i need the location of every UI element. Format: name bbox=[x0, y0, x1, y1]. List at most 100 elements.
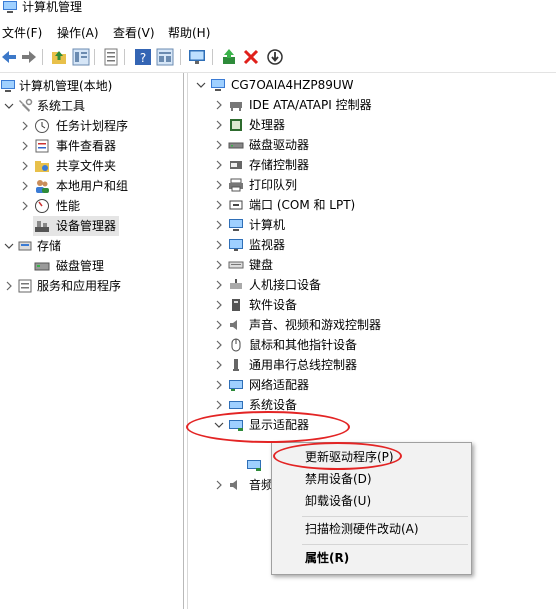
tree-node-local-users[interactable]: 本地用户和组 bbox=[0, 176, 183, 196]
chevron-right-icon[interactable] bbox=[213, 275, 225, 295]
device-category-icon bbox=[229, 178, 243, 192]
tree-node-performance[interactable]: 性能 bbox=[0, 196, 183, 216]
chevron-right-icon[interactable] bbox=[213, 175, 225, 195]
menu-item-label: 卸载设备(U) bbox=[305, 494, 372, 508]
chevron-down-icon[interactable] bbox=[195, 75, 207, 95]
chevron-right-icon[interactable] bbox=[213, 95, 225, 115]
toolbar-separator bbox=[94, 49, 95, 65]
menu-item-disable-device[interactable]: 禁用设备(D) bbox=[273, 468, 470, 490]
chevron-right-icon[interactable] bbox=[213, 295, 225, 315]
device-category-14[interactable]: 网络适配器 bbox=[188, 375, 556, 395]
chevron-right-icon[interactable] bbox=[213, 195, 225, 215]
menu-separator bbox=[302, 544, 468, 545]
chevron-down-icon[interactable] bbox=[3, 236, 15, 256]
show-hide-tree-icon[interactable] bbox=[72, 48, 90, 66]
device-category-0[interactable]: IDE ATA/ATAPI 控制器 bbox=[188, 95, 556, 115]
tree-node-device-manager[interactable]: 设备管理器 bbox=[33, 216, 119, 236]
clock-icon bbox=[35, 119, 49, 133]
navigation-tree: 计算机管理(本地) 系统工具 任务计划程序 事件查看器 共享文件夹 本地用户和组… bbox=[0, 73, 184, 609]
tree-node-event-viewer[interactable]: 事件查看器 bbox=[0, 136, 183, 156]
back-icon[interactable] bbox=[0, 48, 18, 66]
services-icon bbox=[18, 279, 32, 293]
tree-label-disk-management: 磁盘管理 bbox=[56, 259, 105, 273]
window-title: 计算机管理 bbox=[22, 0, 83, 14]
menu-file[interactable]: 文件(F) bbox=[0, 24, 44, 42]
uninstall-icon[interactable] bbox=[242, 48, 260, 66]
forward-icon[interactable] bbox=[20, 48, 38, 66]
menu-action[interactable]: 操作(A) bbox=[55, 24, 101, 42]
title-bar: 计算机管理 bbox=[0, 0, 556, 22]
chevron-right-icon[interactable] bbox=[213, 235, 225, 255]
tree-node-task-scheduler[interactable]: 任务计划程序 bbox=[0, 116, 183, 136]
device-category-1[interactable]: 处理器 bbox=[188, 115, 556, 135]
chevron-right-icon[interactable] bbox=[213, 475, 225, 495]
device-category-13[interactable]: 通用串行总线控制器 bbox=[188, 355, 556, 375]
chevron-right-icon[interactable] bbox=[19, 176, 31, 196]
performance-icon bbox=[35, 199, 49, 213]
tree-label-task-scheduler: 任务计划程序 bbox=[56, 119, 129, 133]
chevron-right-icon[interactable] bbox=[213, 255, 225, 275]
menu-bar: 文件(F) 操作(A) 查看(V) 帮助(H) bbox=[0, 22, 556, 44]
update-driver-icon[interactable] bbox=[220, 48, 238, 66]
menu-item-properties[interactable]: 属性(R) bbox=[273, 547, 470, 569]
menu-item-scan-hardware[interactable]: 扫描检测硬件改动(A) bbox=[273, 518, 470, 540]
highlight-ellipse-update-driver bbox=[273, 442, 402, 470]
device-tree-root[interactable]: CG7OAIA4HZP89UW bbox=[188, 75, 556, 95]
device-category-6[interactable]: 计算机 bbox=[188, 215, 556, 235]
tree-node-storage[interactable]: 存储 bbox=[0, 236, 183, 256]
chevron-down-icon[interactable] bbox=[3, 96, 15, 116]
chevron-right-icon[interactable] bbox=[19, 116, 31, 136]
menu-view[interactable]: 查看(V) bbox=[111, 24, 157, 42]
tree-label-event-viewer: 事件查看器 bbox=[56, 139, 117, 153]
device-category-label: 人机接口设备 bbox=[249, 278, 322, 292]
properties-icon[interactable] bbox=[102, 48, 120, 66]
chevron-right-icon[interactable] bbox=[19, 156, 31, 176]
device-category-12[interactable]: 鼠标和其他指针设备 bbox=[188, 335, 556, 355]
device-category-10[interactable]: 软件设备 bbox=[188, 295, 556, 315]
audio-icon bbox=[230, 480, 237, 490]
chevron-right-icon[interactable] bbox=[213, 395, 225, 415]
tree-node-root[interactable]: 计算机管理(本地) bbox=[0, 76, 183, 96]
chevron-right-icon[interactable] bbox=[213, 115, 225, 135]
menu-help[interactable]: 帮助(H) bbox=[166, 24, 212, 42]
device-category-icon bbox=[229, 380, 243, 391]
shared-folder-icon bbox=[35, 161, 49, 172]
up-folder-icon[interactable] bbox=[50, 48, 68, 66]
toolbar-separator bbox=[42, 49, 43, 65]
device-category-9[interactable]: 人机接口设备 bbox=[188, 275, 556, 295]
chevron-right-icon[interactable] bbox=[3, 276, 15, 296]
menu-item-uninstall-device[interactable]: 卸载设备(U) bbox=[273, 490, 470, 512]
device-category-2[interactable]: 磁盘驱动器 bbox=[188, 135, 556, 155]
device-category-label: 端口 (COM 和 LPT) bbox=[249, 198, 356, 212]
chevron-right-icon[interactable] bbox=[213, 135, 225, 155]
computer-management-icon bbox=[3, 1, 17, 13]
device-category-label: 监视器 bbox=[249, 238, 286, 252]
device-category-5[interactable]: 端口 (COM 和 LPT) bbox=[188, 195, 556, 215]
device-category-11[interactable]: 声音、视频和游戏控制器 bbox=[188, 315, 556, 335]
chevron-right-icon[interactable] bbox=[19, 196, 31, 216]
device-category-8[interactable]: 键盘 bbox=[188, 255, 556, 275]
chevron-right-icon[interactable] bbox=[213, 315, 225, 335]
details-icon[interactable] bbox=[156, 48, 174, 66]
device-category-4[interactable]: 打印队列 bbox=[188, 175, 556, 195]
device-category-icon bbox=[230, 119, 242, 131]
chevron-right-icon[interactable] bbox=[213, 375, 225, 395]
tree-node-services[interactable]: 服务和应用程序 bbox=[0, 276, 183, 296]
tree-label-system-tools: 系统工具 bbox=[37, 99, 86, 113]
help-icon[interactable]: ? bbox=[134, 48, 152, 66]
storage-icon bbox=[18, 241, 32, 251]
tree-node-shared-folders[interactable]: 共享文件夹 bbox=[0, 156, 183, 176]
chevron-right-icon[interactable] bbox=[213, 155, 225, 175]
chevron-right-icon[interactable] bbox=[213, 335, 225, 355]
device-category-7[interactable]: 监视器 bbox=[188, 235, 556, 255]
tools-icon bbox=[19, 98, 33, 112]
chevron-right-icon[interactable] bbox=[19, 136, 31, 156]
toolbar-separator bbox=[212, 49, 213, 65]
chevron-right-icon[interactable] bbox=[213, 355, 225, 375]
tree-node-system-tools[interactable]: 系统工具 bbox=[0, 96, 183, 116]
tree-node-disk-management[interactable]: 磁盘管理 bbox=[0, 256, 183, 276]
monitor-icon[interactable] bbox=[188, 48, 206, 66]
device-category-3[interactable]: 存储控制器 bbox=[188, 155, 556, 175]
scan-icon[interactable] bbox=[266, 48, 284, 66]
chevron-right-icon[interactable] bbox=[213, 215, 225, 235]
